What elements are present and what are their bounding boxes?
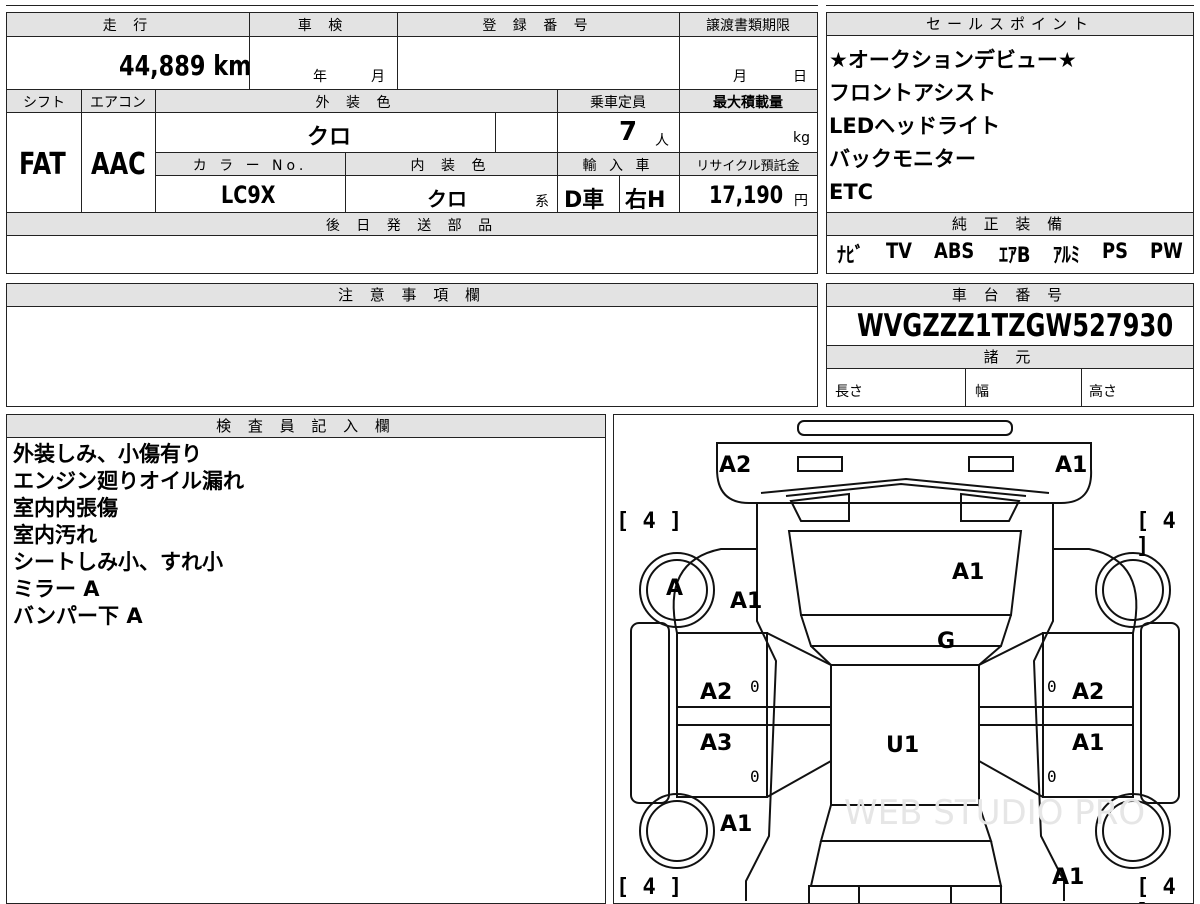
interior-suffix: 系: [535, 194, 549, 210]
import-label: 輸 入 車: [582, 158, 654, 174]
equipment-list: ﾅﾋﾞ TV ABS ｴｱB ｱﾙﾐ PS PW: [837, 239, 1189, 269]
sales-point: フロントアシスト: [829, 81, 997, 105]
inspection-month: 月: [371, 69, 385, 85]
shift-label: シフト: [23, 95, 65, 111]
notes-label: 注 意 事 項 欄: [6, 283, 818, 307]
recycle-label: リサイクル預託金: [696, 159, 800, 174]
mark-door-fl: A2: [700, 680, 733, 705]
zero-mark: 0: [750, 767, 760, 786]
mileage-label: 走 行: [102, 18, 154, 34]
sales-point: ★オークションデビュー★: [829, 48, 1077, 72]
mark-wheel-fl: A: [666, 576, 684, 601]
height-label: 高さ: [1089, 384, 1117, 400]
equipment-item: ﾅﾋﾞ: [837, 243, 864, 267]
transfer-label: 譲渡書類期限: [706, 18, 790, 34]
mark-door-rl: A3: [700, 731, 733, 756]
exterior-label: 外 装 色: [315, 95, 397, 111]
ac-value: AAC: [91, 147, 146, 182]
equipment-item: ABS: [934, 239, 975, 263]
inspection-label: 車 検: [297, 18, 349, 34]
capacity-value: 7: [619, 117, 638, 147]
sales-points: ★オークションデビュー★ フロントアシスト LEDヘッドライト バックモニター …: [829, 47, 1189, 212]
import-d: D車: [564, 188, 605, 213]
inspector-line: エンジン廻りオイル漏れ: [13, 469, 244, 493]
mark-door-fr: A2: [1072, 680, 1105, 705]
vin-value: WVGZZZ1TZGW527930: [857, 308, 1174, 344]
sales-box: セールスポイント ★オークションデビュー★ フロントアシスト LEDヘッドライト…: [826, 12, 1194, 274]
mark-front-left: A2: [719, 453, 752, 478]
inspector-box: 検 査 員 記 入 欄 外装しみ、小傷有り エンジン廻りオイル漏れ 室内内張傷 …: [6, 414, 606, 904]
ac-label: エアコン: [90, 95, 146, 111]
mark-hood: A1: [952, 560, 985, 585]
exterior-value: クロ: [307, 125, 352, 150]
color-no-label: カ ラ ー No.: [192, 158, 308, 174]
zero-mark: 0: [1047, 677, 1057, 696]
inspector-line: 室内内張傷: [13, 496, 118, 520]
equipment-item: TV: [885, 239, 912, 263]
mark-roof: U1: [886, 733, 920, 758]
mark-rear-left: A1: [720, 812, 753, 837]
top-edge-line: [6, 5, 818, 6]
sales-point: ETC: [829, 180, 874, 204]
inspector-notes: 外装しみ、小傷有り エンジン廻りオイル漏れ 室内内張傷 室内汚れ シートしみ小、…: [13, 441, 593, 630]
shift-value: FAT: [19, 147, 66, 182]
transfer-day: 日: [793, 69, 807, 85]
zero-mark: 0: [750, 677, 760, 696]
equipment-label: 純 正 装 備: [826, 212, 1194, 236]
inspection-year: 年: [313, 69, 327, 85]
sales-label: セールスポイント: [826, 12, 1194, 36]
interior-label: 内 装 色: [410, 158, 492, 174]
inspector-line: 室内汚れ: [13, 523, 97, 547]
later-parts-label: 後 日 発 送 部 品: [325, 218, 499, 234]
vin-label: 車 台 番 号: [826, 283, 1194, 307]
mark-door-rr: A1: [1072, 731, 1105, 756]
mileage-value: 44,889 km: [119, 49, 252, 82]
tire-fr: [ 4 ]: [1136, 509, 1176, 559]
capacity-unit: 人: [655, 133, 669, 149]
equipment-item: PW: [1150, 239, 1184, 263]
maxload-label: 最大積載量: [713, 95, 783, 111]
registration-label: 登 録 番 号: [482, 18, 594, 34]
maxload-unit: kg: [793, 130, 810, 146]
transfer-month: 月: [733, 69, 747, 85]
zero-mark: 0: [1047, 767, 1057, 786]
inspector-line: ミラー A: [13, 577, 100, 601]
sales-point: バックモニター: [829, 147, 976, 171]
inspector-label: 検 査 員 記 入 欄: [6, 414, 606, 438]
tire-rl: [ 4 ]: [616, 875, 683, 900]
equipment-item: ｴｱB: [998, 243, 1031, 267]
top-edge-line-right: [826, 5, 1194, 6]
dims-label: 諸 元: [826, 345, 1194, 369]
import-h: 右H: [625, 188, 666, 213]
recycle-unit: 円: [794, 193, 808, 209]
color-no-value: LC9X: [221, 181, 276, 209]
mark-fender-left: A1: [730, 589, 763, 614]
capacity-label: 乗車定員: [590, 95, 646, 111]
length-label: 長さ: [835, 384, 863, 400]
inspector-line: シートしみ小、すれ小: [13, 550, 223, 574]
vin-box: 車 台 番 号 WVGZZZ1TZGW527930 諸 元 長さ 幅 高さ: [826, 283, 1194, 407]
sales-point: LEDヘッドライト: [829, 114, 1001, 138]
spec-table: 走 行 車 検 登 録 番 号 譲渡書類期限 44,889 km 年 月 月 日…: [6, 12, 818, 274]
interior-value: クロ: [427, 187, 467, 211]
inspector-line: バンパー下 A: [13, 604, 143, 628]
mark-front-right: A1: [1055, 453, 1088, 478]
mark-rear-right: A1: [1052, 865, 1085, 890]
inspector-line: 外装しみ、小傷有り: [13, 442, 202, 466]
notes-box: 注 意 事 項 欄: [6, 283, 818, 407]
mark-glass: G: [937, 629, 956, 654]
equipment-item: PS: [1102, 239, 1129, 263]
recycle-value: 17,190: [709, 181, 784, 209]
car-diagram: WEB STUDIO PRO A2 A1 A1 A1 A G A2 A2 A3 …: [613, 414, 1194, 904]
watermark: WEB STUDIO PRO: [844, 793, 1146, 833]
tire-fl: [ 4 ]: [616, 509, 683, 534]
width-label: 幅: [975, 384, 989, 400]
equipment-item: ｱﾙﾐ: [1053, 243, 1081, 267]
